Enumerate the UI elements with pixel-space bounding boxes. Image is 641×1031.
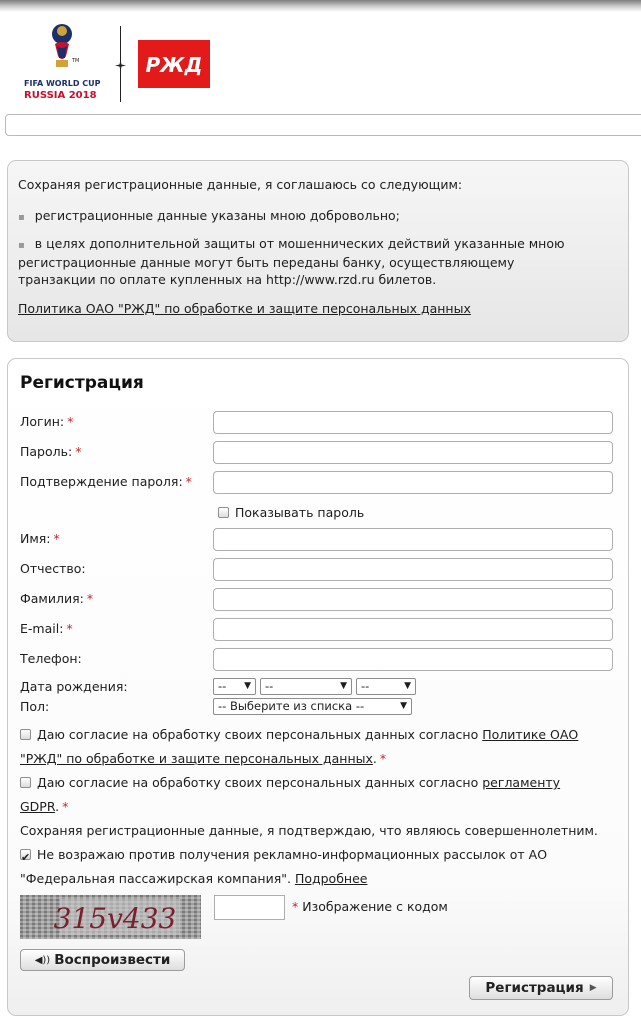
- top-shadow: [0, 0, 641, 12]
- play-captcha-button[interactable]: ◀)) Воспроизвести: [20, 949, 185, 971]
- consent-gdpr: Даю согласие на обработку своих персонал…: [20, 775, 561, 814]
- consent-pd-policy-link-cont[interactable]: "РЖД" по обработке и защите персональных…: [20, 751, 373, 766]
- login-label: Логин: *: [20, 414, 74, 429]
- registration-panel: Регистрация Логин: * Пароль: * Подтвержден…: [7, 358, 629, 1016]
- address-bar[interactable]: [5, 114, 641, 136]
- chevron-down-icon: ▼: [340, 681, 347, 691]
- gender-label: Пол:: [20, 699, 50, 714]
- patronymic-label: Отчество:: [20, 561, 86, 576]
- ads-more-link[interactable]: Подробнее: [295, 871, 368, 886]
- captcha-code: 315v433: [54, 902, 177, 935]
- birth-day-select[interactable]: -- ▼: [213, 678, 256, 695]
- register-submit-button[interactable]: Регистрация ▶: [469, 976, 613, 1000]
- email-input[interactable]: [213, 618, 613, 641]
- rzd-logo-text: РЖД: [146, 53, 203, 77]
- consent-pd-policy-link[interactable]: Политике ОАО: [482, 727, 578, 742]
- agreement-bullet-1: ▪ регистрационные данные указаны мною доб…: [18, 208, 400, 223]
- chevron-down-icon: ▼: [400, 701, 407, 711]
- bullet-dot: ▪: [18, 212, 25, 223]
- rzd-logo: РЖД: [138, 40, 210, 88]
- speaker-icon: ◀)): [34, 954, 51, 966]
- password-label: Пароль: *: [20, 444, 82, 459]
- captcha-image: 315v433: [20, 895, 201, 939]
- privacy-policy-link[interactable]: Политика ОАО "РЖД" по обработке и защите…: [18, 301, 471, 316]
- consent-gdpr-checkbox[interactable]: [20, 777, 31, 788]
- first-name-label: Имя: *: [20, 531, 60, 546]
- gender-select[interactable]: -- Выберите из списка -- ▼: [213, 698, 412, 715]
- registration-title: Регистрация: [20, 373, 144, 393]
- fifa-world-cup-logo: TM FIFA WORLD CUP RUSSIA 2018: [24, 24, 101, 101]
- agreement-bullet-2: ▪ в целях дополнительной защиты от мошенн…: [18, 236, 565, 287]
- gdpr-regulation-link[interactable]: регламенту: [482, 775, 560, 790]
- patronymic-input[interactable]: [213, 558, 613, 581]
- agreement-panel: Сохраняя регистрационные данные, я согла…: [7, 160, 629, 342]
- phone-input[interactable]: [213, 648, 613, 671]
- adult-confirmation: Сохраняя регистрационные данные, я подтв…: [20, 823, 598, 838]
- password-input[interactable]: [213, 441, 613, 464]
- password-confirm-label: Подтверждение пароля: *: [20, 474, 192, 489]
- birth-year-select[interactable]: -- ▼: [356, 678, 416, 695]
- chevron-down-icon: ▼: [244, 681, 251, 691]
- consent-pd: Даю согласие на обработку своих персонал…: [20, 727, 579, 766]
- phone-label: Телефон:: [20, 651, 82, 666]
- login-input[interactable]: [213, 411, 613, 434]
- arrow-right-icon: ▶: [589, 983, 597, 993]
- logo-divider-star: [115, 60, 126, 71]
- fifa-logo-line2: RUSSIA 2018: [24, 90, 97, 101]
- agreement-intro: Сохраняя регистрационные данные, я согла…: [18, 177, 463, 192]
- fifa-logo-line1: FIFA WORLD CUP: [24, 79, 101, 88]
- birth-date-label: Дата рождения:: [20, 679, 128, 694]
- birth-month-select[interactable]: -- ▼: [260, 678, 352, 695]
- show-password-checkbox[interactable]: [218, 507, 229, 518]
- email-label: E-mail: *: [20, 621, 73, 636]
- chevron-down-icon: ▼: [404, 681, 411, 691]
- captcha-label: * Изображение с кодом: [292, 899, 448, 914]
- captcha-input[interactable]: [214, 895, 285, 920]
- ads-consent-checkbox[interactable]: [20, 846, 31, 870]
- ads-consent: Не возражаю против получения рекламно-ин…: [20, 843, 620, 891]
- show-password-label: Показывать пароль: [235, 505, 365, 520]
- bullet-dot: ▪: [18, 240, 25, 251]
- gdpr-link[interactable]: GDPR: [20, 799, 55, 814]
- last-name-input[interactable]: [213, 588, 613, 611]
- password-confirm-input[interactable]: [213, 471, 613, 494]
- last-name-label: Фамилия: *: [20, 591, 94, 606]
- consent-pd-checkbox[interactable]: [20, 729, 31, 740]
- svg-text:TM: TM: [71, 58, 79, 64]
- first-name-input[interactable]: [213, 528, 613, 551]
- show-password-option[interactable]: Показывать пароль: [218, 505, 364, 520]
